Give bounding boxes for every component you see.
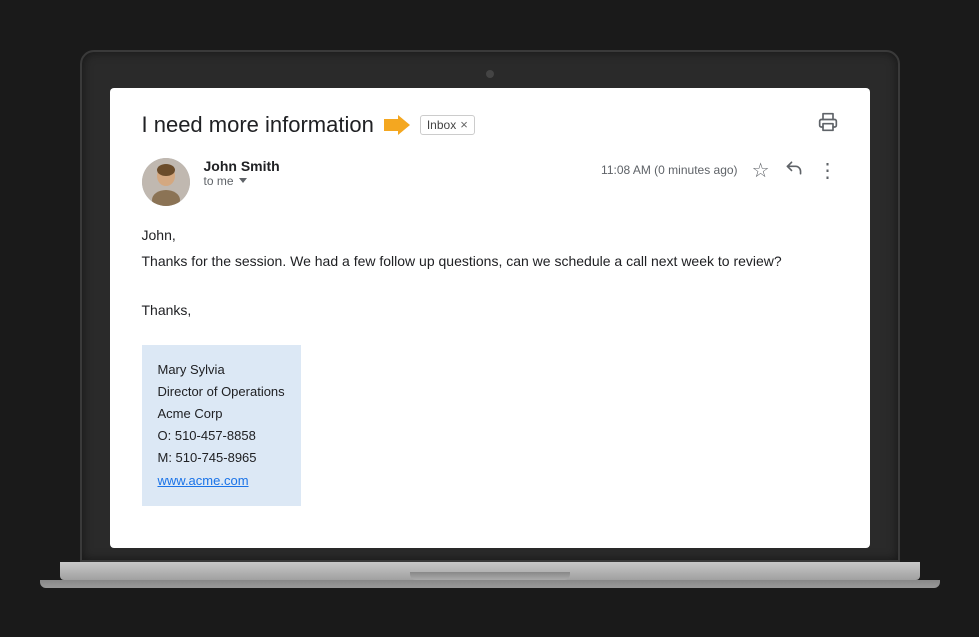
meta-right: 11:08 AM (0 minutes ago) ☆ ⋮ [601,158,837,183]
email-meta-row: John Smith to me 11:08 AM (0 minutes ago… [142,158,838,206]
sig-title: Director of Operations [158,381,285,403]
email-subject-row: I need more information Inbox × [142,112,838,138]
body-line1: Thanks for the session. We had a few fol… [142,250,838,272]
inbox-badge: Inbox × [420,115,475,135]
forward-arrow-icon [384,115,410,135]
inbox-close-button[interactable]: × [460,118,468,131]
sig-mobile: M: 510-745-8965 [158,447,285,469]
laptop-screen-outer: I need more information Inbox × [80,50,900,562]
more-options-button[interactable]: ⋮ [818,158,838,183]
body-greeting: John, [142,224,838,246]
laptop-camera [486,70,494,78]
body-sign: Thanks, [142,299,838,321]
laptop-base [60,562,920,580]
sig-name: Mary Sylvia [158,359,285,381]
print-button[interactable] [818,112,838,137]
email-subject: I need more information [142,112,374,138]
star-button[interactable]: ☆ [752,158,770,183]
sig-office: O: 510-457-8858 [158,425,285,447]
signature-box: Mary Sylvia Director of Operations Acme … [142,345,301,506]
timestamp: 11:08 AM (0 minutes ago) [601,163,738,177]
reply-button[interactable] [784,159,804,182]
inbox-label: Inbox [427,118,456,132]
chevron-down-icon [239,178,247,183]
sig-company: Acme Corp [158,403,285,425]
avatar [142,158,190,206]
laptop-screen-inner: I need more information Inbox × [110,88,870,548]
sender-info: John Smith to me [204,158,588,188]
sender-name: John Smith [204,158,588,174]
sig-website-link[interactable]: www.acme.com [158,473,249,488]
email-body: John, Thanks for the session. We had a f… [142,224,838,506]
laptop-foot [40,580,940,588]
sender-to-dropdown[interactable]: to me [204,174,588,188]
email-container: I need more information Inbox × [110,88,870,530]
laptop: I need more information Inbox × [80,50,900,588]
